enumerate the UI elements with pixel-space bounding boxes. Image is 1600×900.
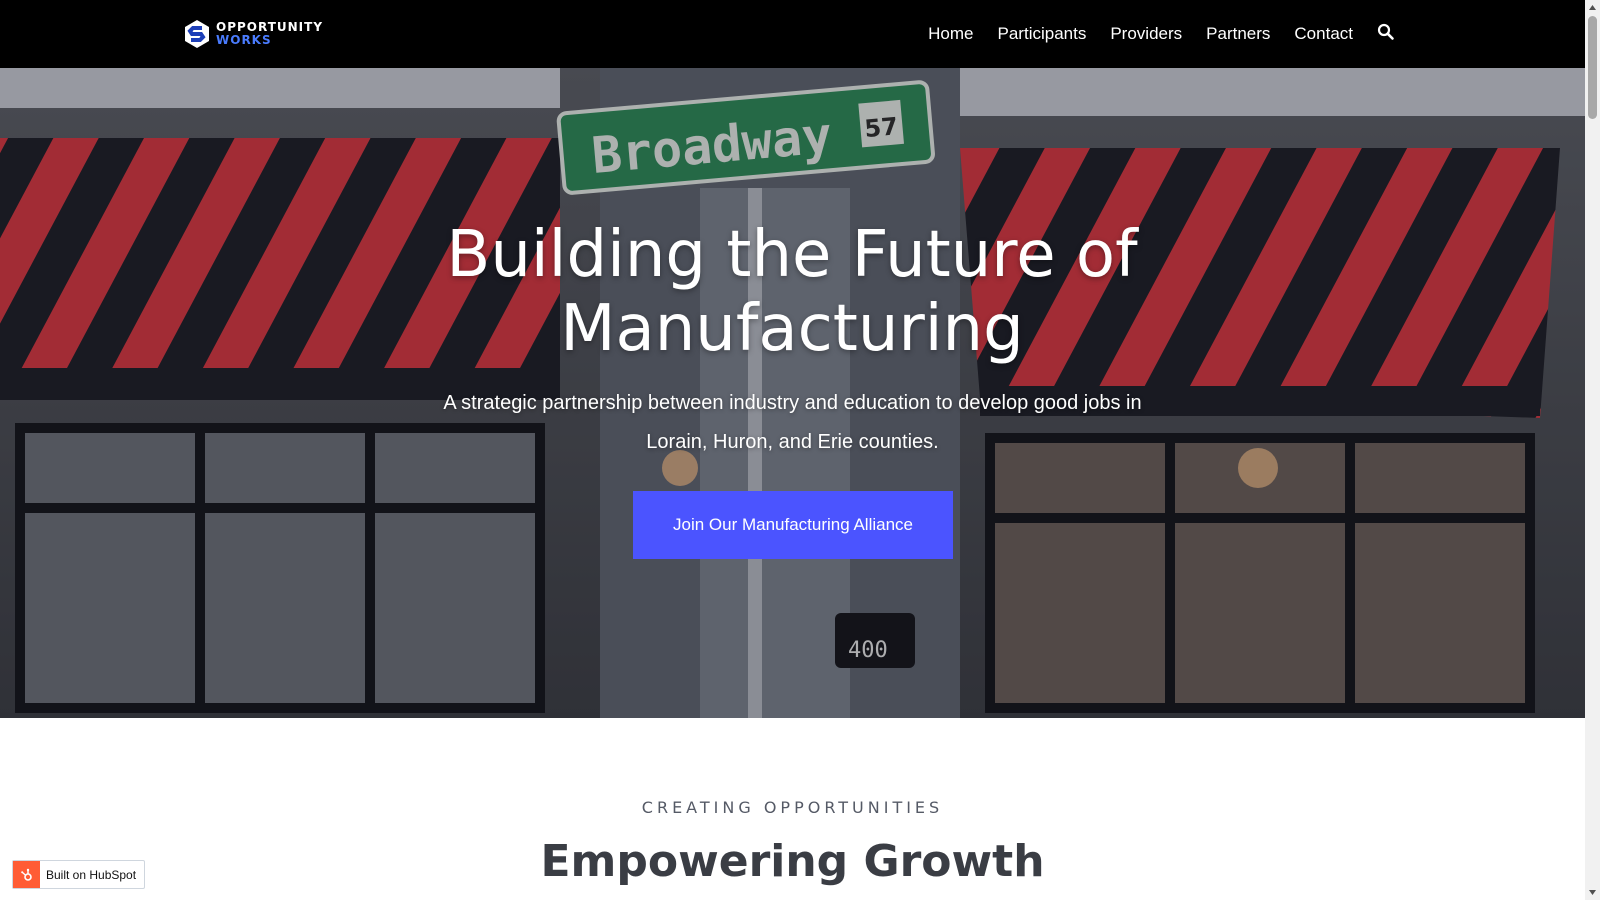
scrollbar-thumb[interactable] — [1588, 16, 1597, 119]
hero-section: Broadway 57 400 Building the Future of M… — [0, 68, 1585, 718]
scroll-up-arrow-icon[interactable] — [1588, 3, 1597, 12]
section-eyebrow: CREATING OPPORTUNITIES — [641, 798, 944, 817]
join-alliance-button[interactable]: Join Our Manufacturing Alliance — [633, 491, 953, 559]
hubspot-badge-label: Built on HubSpot — [46, 867, 137, 882]
hero-subtitle: A strategic partnership between industry… — [443, 392, 1142, 453]
hubspot-sprocket-icon — [13, 861, 40, 888]
logo-line-2: WORKS — [216, 33, 272, 47]
main-nav: Home Participants Providers Partners Con… — [928, 0, 1395, 68]
scroll-down-arrow-icon[interactable] — [1588, 888, 1597, 897]
hero-content: Building the Future of Manufacturing A s… — [0, 68, 1585, 718]
site-logo[interactable]: OPPORTUNITY WORKS — [184, 19, 323, 49]
search-icon[interactable] — [1377, 23, 1395, 41]
section-title: Empowering Growth — [540, 836, 1045, 887]
empowering-growth-section: CREATING OPPORTUNITIES Empowering Growth — [0, 718, 1585, 900]
hexagon-s-logo-icon — [185, 20, 209, 48]
hero-title: Building the Future of Manufacturing — [446, 218, 1138, 366]
top-navigation-bar: OPPORTUNITY WORKS Home Participants Prov… — [0, 0, 1585, 68]
nav-item-providers[interactable]: Providers — [1110, 24, 1182, 44]
nav-item-contact[interactable]: Contact — [1294, 24, 1353, 44]
logo-wordmark: OPPORTUNITY WORKS — [216, 21, 323, 47]
nav-item-participants[interactable]: Participants — [998, 24, 1087, 44]
built-on-hubspot-badge[interactable]: Built on HubSpot — [12, 860, 146, 889]
nav-item-home[interactable]: Home — [928, 24, 973, 44]
nav-item-partners[interactable]: Partners — [1206, 24, 1270, 44]
page-scrollbar[interactable] — [1585, 0, 1600, 900]
